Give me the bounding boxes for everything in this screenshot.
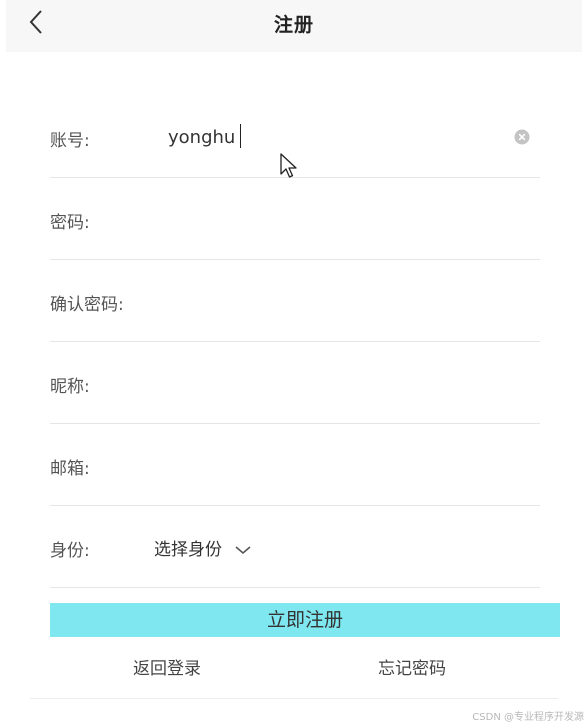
- mouse-pointer-icon: [279, 153, 299, 181]
- email-input[interactable]: [168, 450, 508, 480]
- page-title: 注册: [273, 14, 314, 36]
- password-label: 密码:: [50, 213, 90, 233]
- identity-label: 身份:: [50, 541, 90, 561]
- confirm-password-row: 确认密码:: [50, 260, 540, 342]
- text-caret: [240, 124, 241, 148]
- confirm-password-input[interactable]: [168, 286, 508, 316]
- clear-circle-icon[interactable]: [514, 129, 530, 145]
- nickname-row: 昵称:: [50, 342, 540, 424]
- watermark: CSDN @专业程序开发源: [472, 712, 584, 723]
- password-row: 密码:: [50, 178, 540, 260]
- nickname-input[interactable]: [168, 368, 508, 398]
- nickname-label: 昵称:: [50, 377, 90, 397]
- navigation-bar: 注册: [6, 0, 582, 52]
- account-label: 账号:: [50, 131, 90, 151]
- back-to-login-link[interactable]: 返回登录: [133, 654, 201, 679]
- chevron-down-icon: [234, 541, 252, 555]
- account-input[interactable]: [168, 122, 508, 152]
- email-row: 邮箱:: [50, 424, 540, 506]
- register-button[interactable]: 立即注册: [50, 603, 560, 637]
- password-input[interactable]: [168, 204, 508, 234]
- identity-select[interactable]: 选择身份: [154, 532, 252, 562]
- email-label: 邮箱:: [50, 459, 90, 479]
- forgot-password-link[interactable]: 忘记密码: [378, 654, 446, 679]
- confirm-password-label: 确认密码:: [50, 295, 124, 315]
- bottom-divider: [30, 698, 558, 699]
- identity-select-value: 选择身份: [154, 539, 222, 560]
- identity-row: 身份: 选择身份: [50, 506, 540, 588]
